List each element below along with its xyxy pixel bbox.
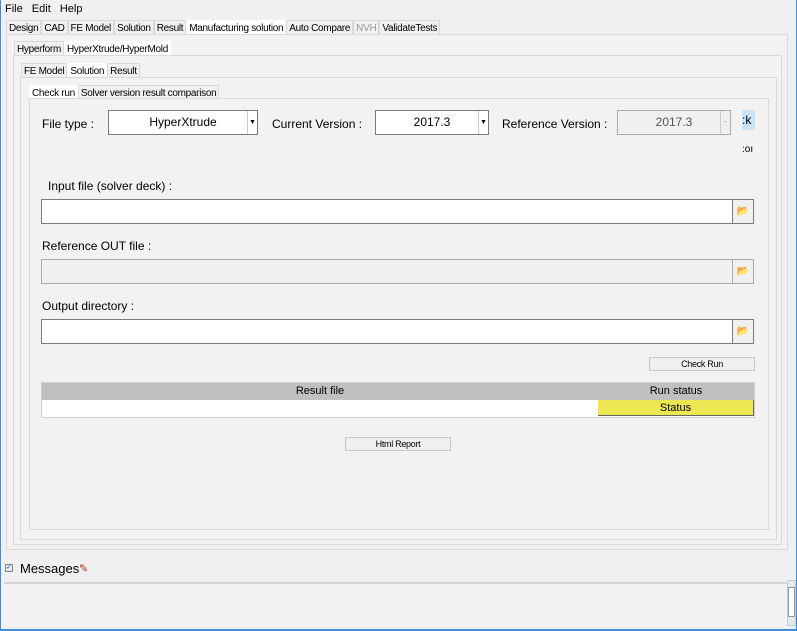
reference-out-label: Reference OUT file : — [42, 239, 152, 253]
clipped-label: :oı — [742, 144, 754, 155]
reference-version-label: Reference Version : — [502, 117, 608, 131]
pencil-icon[interactable]: ✎ — [79, 562, 88, 575]
menu-help[interactable]: Help — [60, 3, 83, 15]
file-type-select[interactable]: HyperXtrude ▼ — [108, 110, 258, 135]
column-header-run-status[interactable]: Run status — [598, 383, 754, 400]
html-report-button[interactable]: Html Report — [345, 437, 451, 451]
reference-version-select[interactable]: 2017.3 - — [617, 110, 731, 135]
messages-scrollbar[interactable] — [787, 580, 796, 626]
file-type-value: HyperXtrude — [149, 115, 217, 129]
result-table: Result file Run status Status — [41, 382, 755, 418]
chevron-down-icon: ▼ — [247, 111, 257, 134]
menu-bar: File Edit Help — [5, 3, 88, 15]
current-version-label: Current Version : — [272, 117, 363, 131]
input-file-field[interactable] — [41, 199, 733, 224]
chevron-down-icon: - — [720, 111, 730, 134]
folder-open-icon[interactable]: 📂 — [732, 259, 754, 284]
reference-out-field[interactable] — [41, 259, 733, 284]
messages-label: Messages — [20, 561, 80, 576]
output-dir-field[interactable] — [41, 319, 733, 344]
status-cell: Status — [598, 400, 754, 416]
chevron-down-icon: ▼ — [478, 111, 488, 134]
folder-open-icon[interactable]: 📂 — [732, 199, 754, 224]
messages-checkbox[interactable]: ✓ — [5, 564, 13, 572]
current-version-select[interactable]: 2017.3 ▼ — [375, 110, 489, 135]
folder-open-icon[interactable]: 📂 — [732, 319, 754, 344]
check-run-button[interactable]: Check Run — [649, 357, 755, 371]
check-run-panel — [29, 98, 769, 530]
table-row[interactable]: Status — [42, 400, 754, 416]
current-version-value: 2017.3 — [413, 115, 451, 129]
clipped-button[interactable]: :k — [742, 110, 755, 130]
file-type-label: File type : — [42, 117, 95, 131]
reference-version-value: 2017.3 — [655, 115, 693, 129]
messages-area[interactable] — [4, 582, 787, 626]
menu-edit[interactable]: Edit — [32, 3, 51, 15]
input-file-label: Input file (solver deck) : — [48, 179, 173, 193]
result-file-cell — [42, 400, 598, 416]
menu-file[interactable]: File — [5, 3, 23, 15]
output-dir-label: Output directory : — [42, 299, 135, 313]
column-header-result-file[interactable]: Result file — [42, 383, 598, 400]
scrollbar-thumb[interactable] — [788, 587, 795, 617]
